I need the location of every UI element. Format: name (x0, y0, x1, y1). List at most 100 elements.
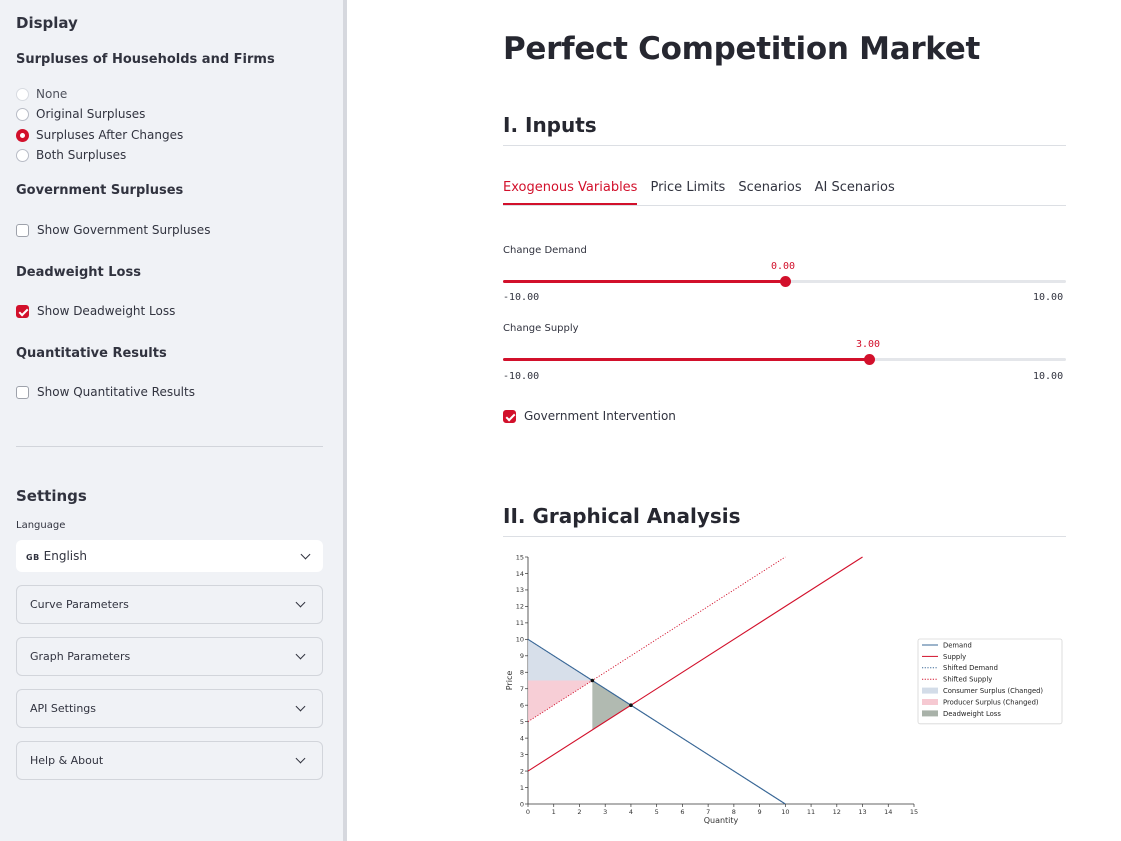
expander-help-about[interactable]: Help & About (16, 741, 323, 780)
y-tick-label: 12 (516, 603, 524, 611)
checkbox-label: Show Quantitative Results (37, 385, 195, 399)
language-select[interactable]: GB English (16, 540, 323, 572)
y-tick-label: 15 (516, 553, 524, 561)
chevron-down-icon (295, 649, 306, 660)
x-tick-label: 11 (807, 808, 815, 816)
expander-graph-parameters[interactable]: Graph Parameters (16, 637, 323, 676)
radio-both-surpluses[interactable]: Both Surpluses (16, 148, 126, 162)
radio-circle[interactable] (16, 107, 29, 121)
chevron-down-icon (295, 753, 306, 764)
checkbox-label: Government Intervention (524, 409, 676, 423)
line-shifted-supply (527, 556, 786, 723)
expander-curve-parameters[interactable]: Curve Parameters (16, 585, 323, 624)
legend-entry: Deadweight Loss (943, 710, 1001, 718)
checkbox-label: Show Deadweight Loss (37, 304, 176, 318)
change-demand-min: -10.00 (503, 292, 540, 303)
show-government-surpluses-checkbox[interactable]: Show Government Surpluses (16, 223, 210, 237)
government-surpluses-heading: Government Surpluses (16, 183, 184, 198)
expander-label: Help & About (30, 754, 104, 767)
show-deadweight-loss-checkbox[interactable]: Show Deadweight Loss (16, 304, 175, 318)
radio-label: Both Surpluses (36, 148, 127, 162)
legend-entry: Producer Surplus (Changed) (943, 698, 1039, 706)
legend-entry: Shifted Demand (943, 664, 998, 672)
x-tick-label: 1 (552, 808, 556, 816)
x-axis-label: Quantity (704, 816, 739, 825)
sidebar-resize-handle[interactable] (343, 0, 347, 841)
tab-price-limits[interactable]: Price Limits (650, 176, 725, 205)
slider-fill (503, 358, 869, 361)
y-tick-label: 0 (520, 800, 524, 808)
deadweight-loss-heading: Deadweight Loss (16, 265, 141, 280)
x-tick-label: 7 (706, 808, 710, 816)
x-tick-label: 2 (577, 808, 581, 816)
y-tick-label: 8 (520, 669, 524, 677)
legend-entry: Demand (943, 641, 972, 649)
x-tick-label: 4 (629, 808, 633, 816)
x-tick-label: 15 (910, 808, 918, 816)
y-tick-label: 4 (520, 734, 524, 742)
change-demand-label: Change Demand (503, 245, 587, 256)
y-tick-label: 3 (520, 751, 524, 759)
radio-circle[interactable] (16, 148, 29, 162)
language-value: GB English (26, 549, 88, 563)
change-supply-min: -10.00 (503, 371, 540, 382)
legend-swatch (922, 710, 938, 717)
graph-divider (503, 536, 1066, 537)
y-tick-label: 10 (516, 636, 524, 644)
line-supply (527, 556, 863, 772)
legend-swatch (922, 687, 938, 694)
language-label: Language (16, 520, 66, 531)
change-supply-slider[interactable] (503, 354, 1066, 365)
settings-heading: Settings (16, 487, 87, 505)
y-tick-label: 13 (516, 586, 524, 594)
tab-scenarios[interactable]: Scenarios (738, 176, 801, 205)
supply-demand-chart: 0 1 2 3 4 5 6 7 8 9 10 11 12 13 14 15012345678910111213… (505, 553, 1063, 825)
tab-exogenous-variables[interactable]: Exogenous Variables (503, 176, 638, 205)
chevron-down-icon (295, 701, 306, 712)
tab-bar: Exogenous Variables Price Limits Scenari… (503, 176, 1066, 206)
slider-thumb[interactable] (863, 354, 875, 365)
x-tick-label: 9 (758, 808, 762, 816)
radio-circle[interactable] (16, 87, 29, 101)
slider-thumb[interactable] (779, 276, 791, 287)
radio-original-surpluses[interactable]: Original Surpluses (16, 107, 145, 121)
x-tick-label: 3 (603, 808, 607, 816)
expander-label: Curve Parameters (30, 598, 129, 611)
change-demand-max: 10.00 (1033, 292, 1064, 303)
surpluses-heading: Surpluses of Households and Firms (16, 52, 275, 67)
radio-surpluses-after-changes[interactable]: Surpluses After Changes (16, 128, 183, 142)
y-tick-label: 2 (520, 767, 524, 775)
expander-api-settings[interactable]: API Settings (16, 689, 323, 728)
y-tick-label: 7 (520, 685, 524, 693)
expander-label: API Settings (30, 702, 97, 715)
radio-circle-selected[interactable] (16, 128, 29, 142)
checkbox-box-checked[interactable] (16, 304, 29, 318)
change-supply-value: 3.00 (856, 339, 881, 350)
change-supply-max: 10.00 (1033, 371, 1064, 382)
y-tick-label: 9 (520, 652, 524, 660)
page-title: Perfect Competition Market (503, 31, 981, 67)
y-axis-label: Price (505, 671, 514, 691)
legend-entry: Shifted Supply (943, 676, 992, 684)
radio-label: Original Surpluses (36, 107, 146, 121)
expander-label: Graph Parameters (30, 650, 131, 663)
x-tick-label: 5 (655, 808, 659, 816)
government-intervention-checkbox[interactable]: Government Intervention (503, 409, 676, 423)
inputs-divider (503, 145, 1066, 146)
checkbox-box-checked[interactable] (503, 409, 516, 423)
checkbox-box[interactable] (16, 223, 29, 237)
tab-ai-scenarios[interactable]: AI Scenarios (815, 176, 895, 205)
inputs-heading: I. Inputs (503, 113, 597, 137)
slider-fill (503, 280, 785, 283)
checkbox-box[interactable] (16, 385, 29, 399)
show-quantitative-results-checkbox[interactable]: Show Quantitative Results (16, 385, 195, 399)
change-demand-slider[interactable] (503, 276, 1066, 287)
x-tick-label: 8 (732, 808, 736, 816)
radio-none[interactable]: None (16, 87, 67, 101)
x-tick-label: 10 (781, 808, 789, 816)
equilibrium-point (629, 703, 633, 707)
legend-entry: Supply (943, 653, 966, 661)
x-tick-label: 0 (526, 808, 530, 816)
y-tick-label: 6 (520, 702, 524, 710)
quantitative-results-heading: Quantitative Results (16, 346, 167, 361)
